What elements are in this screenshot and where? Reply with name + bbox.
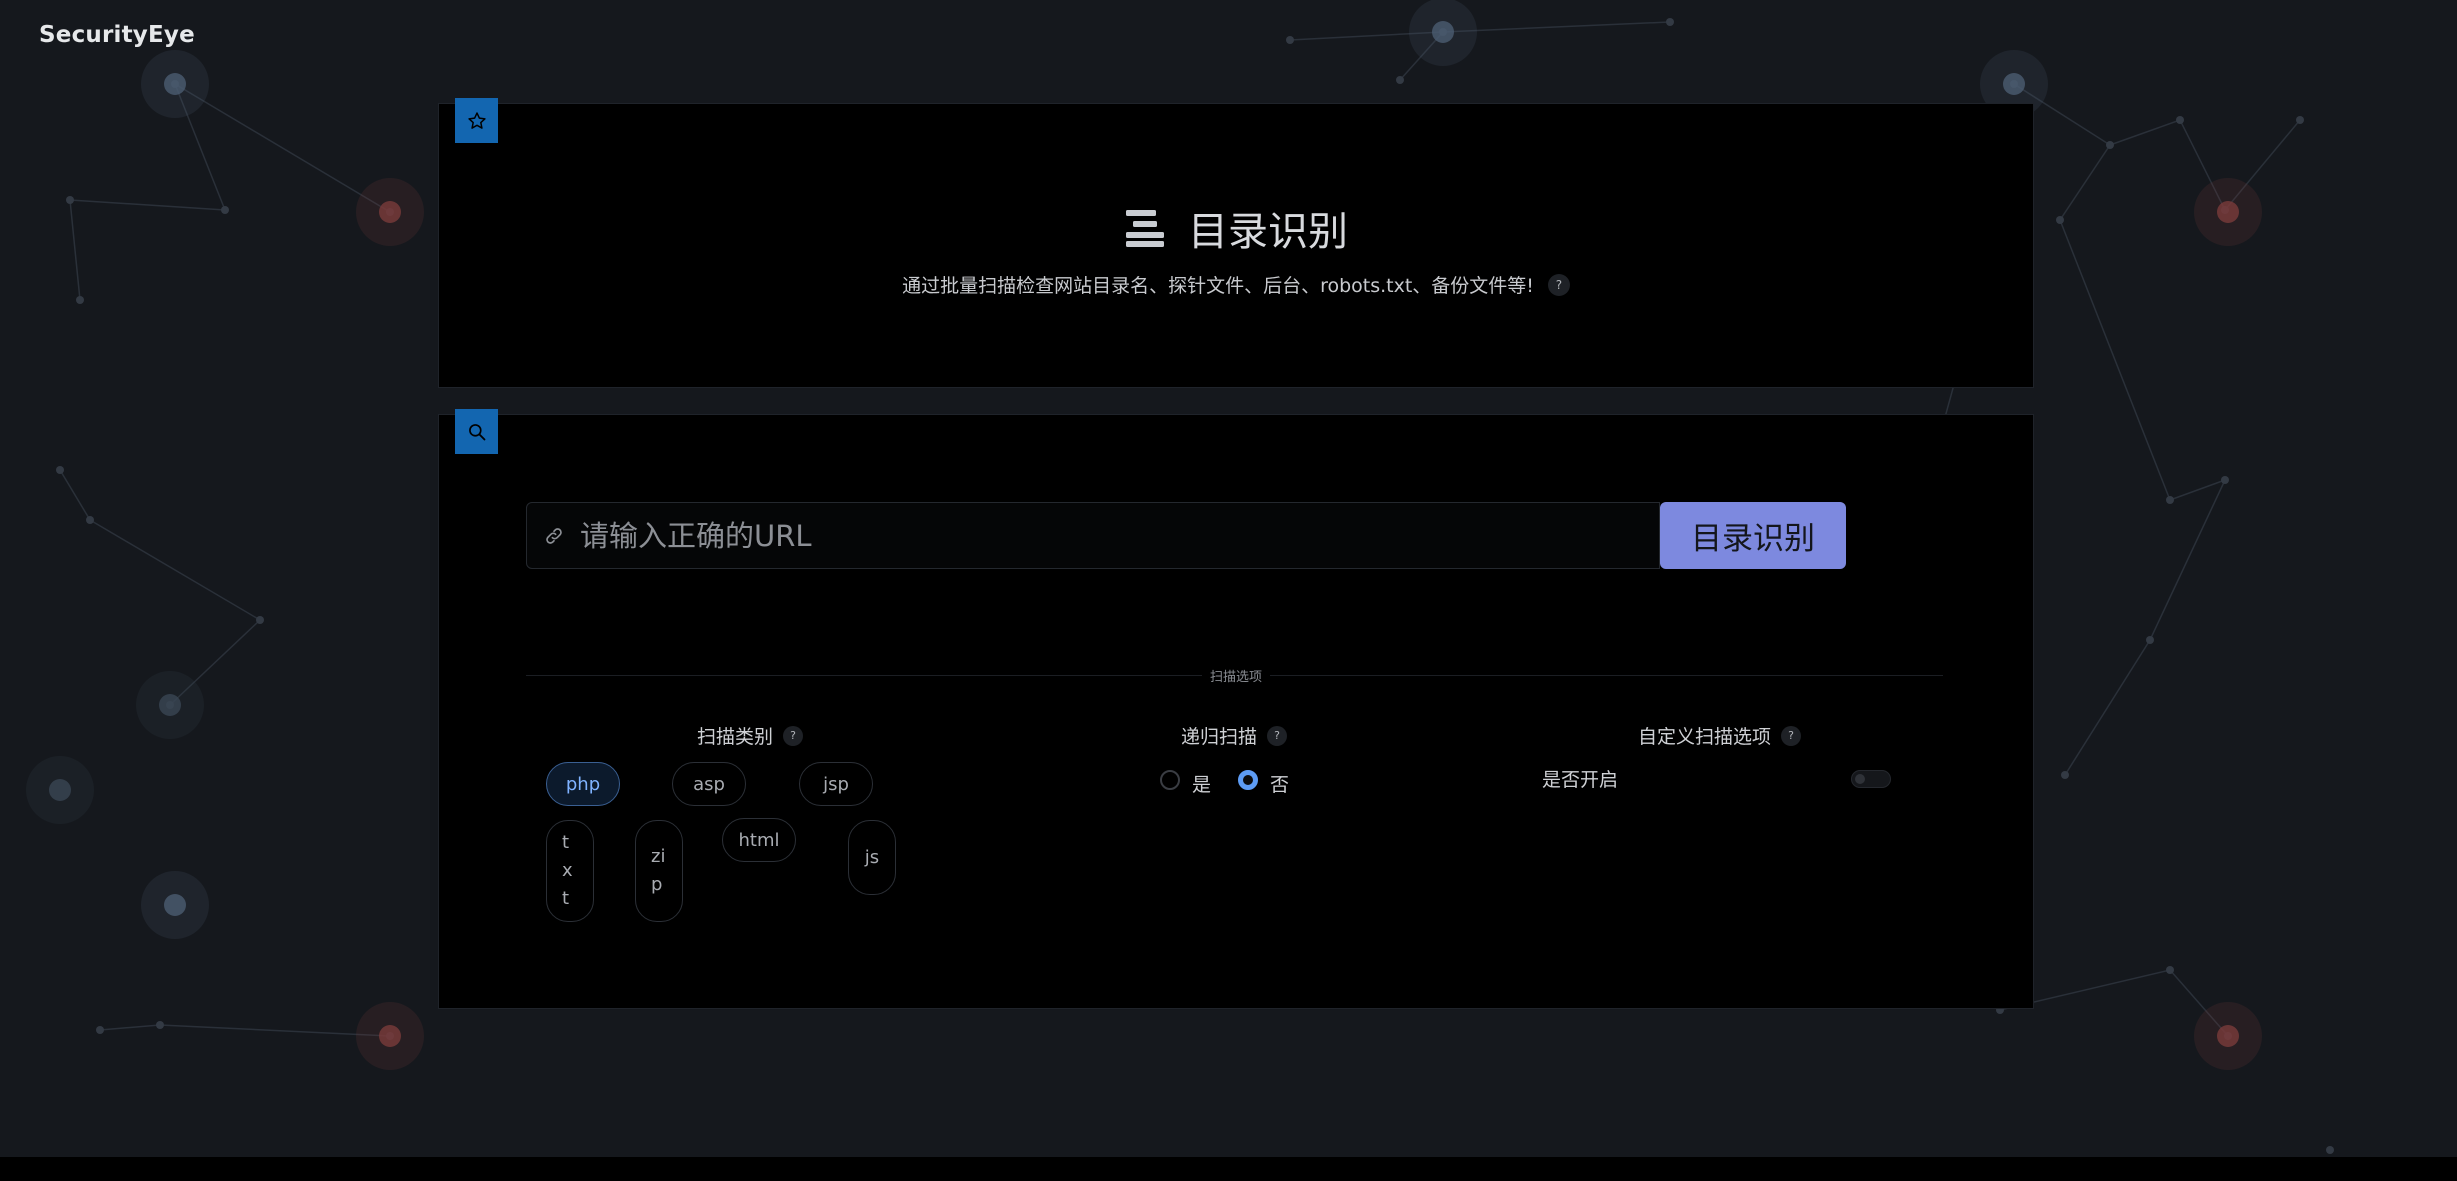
network-line [69,199,81,301]
network-node [2106,141,2114,149]
scan-form-card: 目录识别 扫描选项 扫描类别 ? php asp jsp txt zip htm… [438,409,2034,1009]
network-node [1396,76,1404,84]
network-line [159,1024,391,1037]
chip-zip[interactable]: zip [635,820,683,922]
network-node [66,196,74,204]
footer-bar [0,1157,2457,1181]
network-node [1286,36,1294,44]
network-line [2059,219,2171,501]
network-line [2059,144,2111,221]
toggle-knob [1855,774,1865,784]
network-node [2176,116,2184,124]
network-node [56,466,64,474]
network-glow-node [379,1025,401,1047]
header-card: 目录识别 通过批量扫描检查网站目录名、探针文件、后台、robots.txt、备份… [438,98,2034,388]
network-line [2064,639,2151,776]
custom-toggle-switch[interactable] [1851,770,1891,788]
network-glow-node [379,201,401,223]
recursive-radio-yes[interactable]: 是 [1160,762,1211,797]
brand-logo-text[interactable]: SecurityEye [39,22,195,48]
network-node [2061,771,2069,779]
network-node [2146,636,2154,644]
chip-php[interactable]: php [546,762,620,806]
custom-toggle-label: 是否开启 [1542,769,1619,791]
page-title-text: 目录识别 [1188,209,1348,255]
network-node [1666,18,1674,26]
recursive-title: 递归扫描 ? [1181,722,1288,749]
network-glow-node [1432,21,1454,43]
network-node [86,516,94,524]
network-node [2056,216,2064,224]
url-input[interactable] [578,502,1659,569]
network-glow-node [2217,1025,2239,1047]
chip-html[interactable]: html [722,818,796,862]
network-line [1442,21,1671,33]
network-node [2166,496,2174,504]
options-divider-label: 扫描选项 [439,666,2033,685]
help-icon[interactable]: ? [783,725,804,746]
network-glow-node [164,73,186,95]
network-node [2221,476,2229,484]
network-line [99,1024,161,1031]
network-line [2149,479,2226,641]
network-line [2109,119,2181,146]
help-icon[interactable]: ? [1781,725,1802,746]
network-glow-node [164,894,186,916]
chip-asp[interactable]: asp [672,762,746,806]
page-title: 目录识别 [439,199,2033,257]
scan-type-title: 扫描类别 ? [697,722,804,749]
network-node [256,616,264,624]
subtitle-text: 通过批量扫描检查网站目录名、探针文件、后台、robots.txt、备份文件等! [902,275,1534,297]
network-glow-node [2003,73,2025,95]
network-node [156,1021,164,1029]
network-node [96,1026,104,1034]
network-line [69,199,226,211]
chip-txt[interactable]: txt [546,820,594,922]
network-line [89,519,261,621]
network-line [59,469,91,521]
network-glow-node [159,694,181,716]
radio-button-checked[interactable] [1238,769,1258,790]
star-icon [455,98,498,143]
help-icon[interactable]: ? [1547,273,1570,296]
network-glow-node [49,779,71,801]
search-icon [455,409,498,454]
chip-jsp[interactable]: jsp [799,762,873,806]
network-node [221,206,229,214]
scan-submit-button[interactable]: 目录识别 [1660,502,1846,569]
radio-button[interactable] [1160,769,1180,790]
network-node [2296,116,2304,124]
network-line [174,83,391,213]
network-node [2166,966,2174,974]
page-subtitle: 通过批量扫描检查网站目录名、探针文件、后台、robots.txt、备份文件等! … [439,271,2033,298]
network-node [2326,1146,2334,1154]
url-field [526,502,1660,569]
network-glow-node [2217,201,2239,223]
recursive-radio-no[interactable]: 否 [1238,762,1289,797]
custom-options-title: 自定义扫描选项 ? [1638,722,1802,749]
list-icon [1126,210,1164,247]
network-node [76,296,84,304]
help-icon[interactable]: ? [1267,725,1288,746]
chip-js[interactable]: js [848,820,896,895]
link-icon [546,527,562,544]
